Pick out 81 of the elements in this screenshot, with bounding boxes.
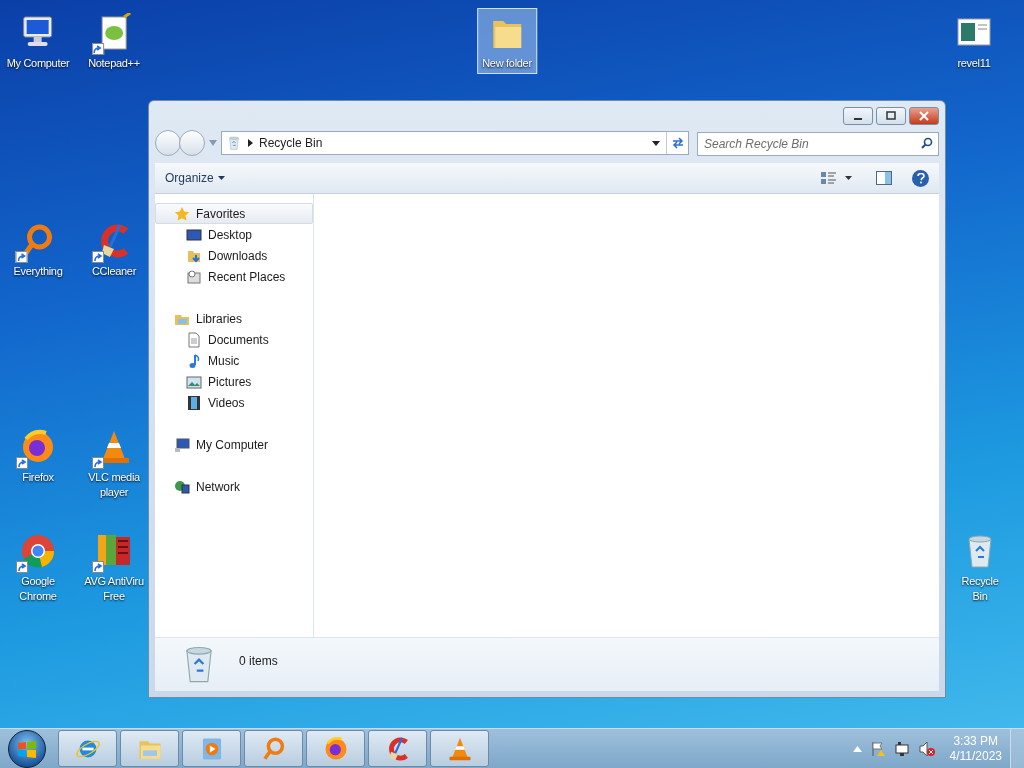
nav-item[interactable]: Network [155, 476, 313, 497]
taskbar-button[interactable] [368, 730, 427, 767]
icon-label: VLC media player [87, 470, 141, 500]
globe-icon [174, 478, 190, 495]
start-button[interactable] [8, 729, 46, 768]
taskbar-button[interactable] [306, 730, 365, 767]
preview-pane-button[interactable] [876, 171, 892, 185]
nav-item[interactable]: Desktop [155, 224, 313, 245]
taskbar-button[interactable] [58, 730, 117, 767]
icon-label: CCleaner [91, 264, 137, 279]
taskbar-button[interactable] [182, 730, 241, 767]
icon-label: AVG AntiViru Free [83, 574, 145, 604]
search-field[interactable]: Search Recycle Bin [697, 132, 939, 156]
monitor-icon [186, 226, 202, 243]
shortcut-arrow-icon [92, 251, 104, 263]
network-icon[interactable] [893, 740, 910, 757]
shortcut-arrow-icon [16, 561, 28, 573]
caret-icon [217, 176, 225, 180]
nav-item[interactable]: Documents [155, 329, 313, 350]
address-text: Recycle Bin [259, 135, 324, 152]
icon-label: Google Chrome [18, 574, 58, 604]
minimize-icon [854, 118, 862, 120]
organize-menu[interactable]: Organize [165, 169, 225, 187]
minimize-button[interactable] [843, 107, 873, 125]
muted-speaker-icon[interactable] [917, 740, 936, 757]
view-options-button[interactable] [821, 171, 852, 185]
trash-bin-icon [226, 135, 242, 151]
computer-icon [174, 436, 190, 453]
up-arrow-icon [852, 745, 862, 752]
desktop-icon[interactable]: My Computer [5, 8, 71, 74]
shortcut-arrow-icon [16, 251, 28, 263]
help-button[interactable] [912, 169, 929, 187]
nav-item[interactable]: Downloads [155, 245, 313, 266]
restore-button[interactable] [876, 107, 906, 125]
nav-item[interactable]: Recent Places [155, 266, 313, 287]
film-icon [186, 394, 202, 411]
restore-icon [883, 109, 899, 123]
nav-item[interactable]: Pictures [155, 371, 313, 392]
desktop-icon[interactable]: CCleaner [90, 216, 138, 282]
music-note-icon [186, 352, 202, 369]
desktop-icon[interactable]: Notepad++ [87, 8, 141, 74]
icon-label: My Computer [6, 56, 70, 71]
nav-item[interactable]: Videos [155, 392, 313, 413]
nav-item[interactable]: Favorites [155, 203, 313, 224]
icon-label: New folder [482, 56, 532, 71]
refresh-icon [670, 137, 685, 149]
shortcut-arrow-icon [92, 43, 104, 55]
nav-item[interactable]: Libraries [155, 308, 313, 329]
warning-flag-icon[interactable] [869, 740, 886, 757]
search-icon [921, 137, 933, 149]
icon-label: Everything [13, 264, 63, 279]
address-bar[interactable]: Recycle Bin [221, 131, 689, 155]
taskbar-button[interactable] [120, 730, 179, 767]
shortcut-arrow-icon [16, 457, 28, 469]
picture-icon [186, 373, 202, 390]
close-icon [916, 109, 932, 123]
star-icon [174, 205, 190, 222]
desktop-icon[interactable]: Firefox [15, 422, 61, 488]
recent-places-icon [186, 268, 202, 285]
desktop-icon[interactable]: revel11 [951, 8, 997, 74]
icon-label: Recycle Bin [960, 574, 1000, 604]
nav-item[interactable]: My Computer [155, 434, 313, 455]
desktop-icon[interactable]: Everything [12, 216, 64, 282]
caret-icon [845, 176, 852, 180]
icon-label: Firefox [22, 470, 54, 485]
details-view-icon [821, 171, 837, 185]
shortcut-arrow-icon [92, 561, 104, 573]
preview-pane-icon [876, 171, 892, 185]
shortcut-arrow-icon [92, 457, 104, 469]
nav-item[interactable]: Music [155, 350, 313, 371]
taskbar-button[interactable] [244, 730, 303, 767]
question-mark-icon [916, 172, 925, 184]
close-button[interactable] [909, 107, 939, 125]
breadcrumb-arrow-icon[interactable] [248, 139, 253, 147]
taskbar-button[interactable] [430, 730, 489, 767]
icon-label: Notepad++ [88, 56, 140, 71]
document-icon [186, 331, 202, 348]
item-count: 0 items [239, 653, 278, 670]
icon-label: revel11 [957, 56, 991, 71]
desktop-icon[interactable]: VLC media player [81, 422, 147, 503]
windows-logo-icon [17, 739, 37, 758]
